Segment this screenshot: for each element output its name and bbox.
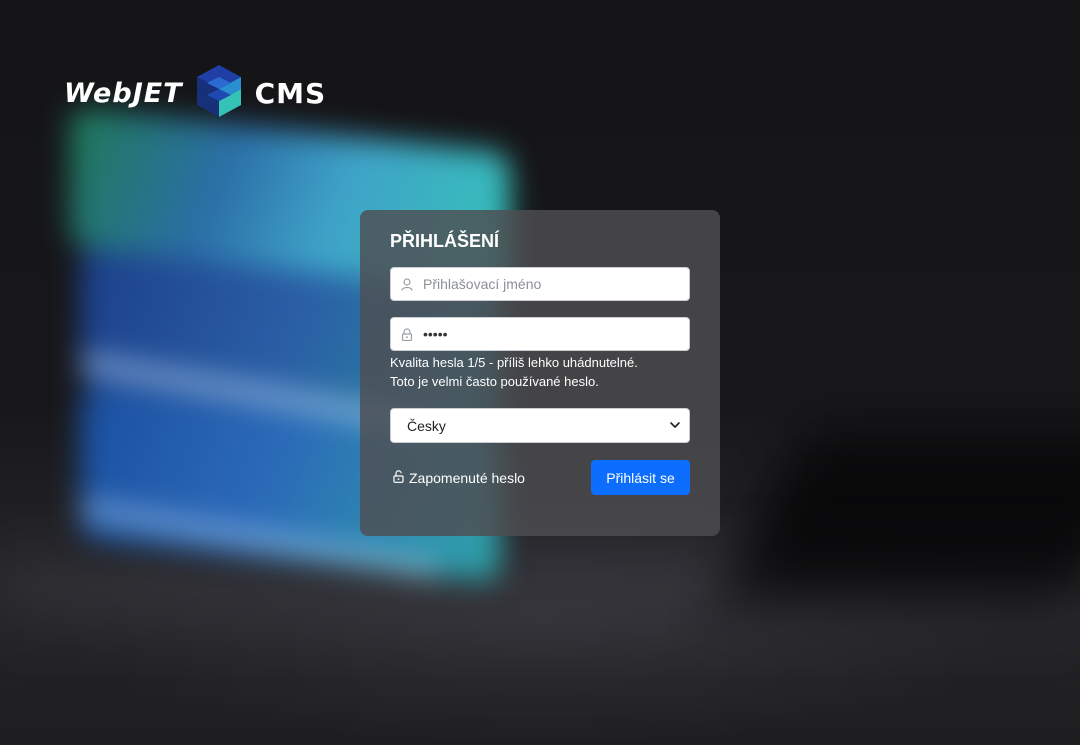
- forgot-password-link[interactable]: Zapomenuté heslo: [393, 470, 525, 486]
- language-select-value: Česky: [407, 417, 446, 434]
- username-field[interactable]: [390, 267, 690, 301]
- unlock-icon: [393, 469, 404, 486]
- lock-icon: [391, 327, 423, 341]
- password-quality-line-2: Toto je velmi často používané heslo.: [390, 374, 599, 389]
- login-page: WebJET CMS PŘIHLÁŠENÍ Přihlašovací jméno…: [0, 0, 1080, 745]
- login-card: PŘIHLÁŠENÍ Kvalita hesla 1/5 - př: [360, 210, 720, 536]
- webjet-cube-logo-icon: [195, 63, 243, 123]
- password-field[interactable]: [390, 317, 690, 351]
- user-icon: [391, 277, 423, 291]
- forgot-password-label: Zapomenuté heslo: [409, 469, 525, 486]
- username-input[interactable]: [423, 269, 689, 299]
- password-input[interactable]: [423, 319, 689, 349]
- chevron-down-icon: [669, 418, 681, 434]
- login-actions: Zapomenuté heslo Přihlásit se: [390, 460, 690, 495]
- page-title: PŘIHLÁŠENÍ: [390, 231, 500, 251]
- password-quality-line-1: Kvalita hesla 1/5 - příliš lehko uhádnut…: [390, 355, 638, 370]
- background-shadow: [720, 430, 1080, 600]
- logo-text-right: CMS: [254, 76, 327, 110]
- login-button[interactable]: Přihlásit se: [591, 460, 690, 495]
- webjet-cms-logo: WebJET CMS: [64, 64, 326, 122]
- password-quality-message: Kvalita hesla 1/5 - příliš lehko uhádnut…: [390, 353, 690, 391]
- language-select[interactable]: Česky: [390, 408, 690, 443]
- logo-text-left: WebJET: [64, 77, 183, 109]
